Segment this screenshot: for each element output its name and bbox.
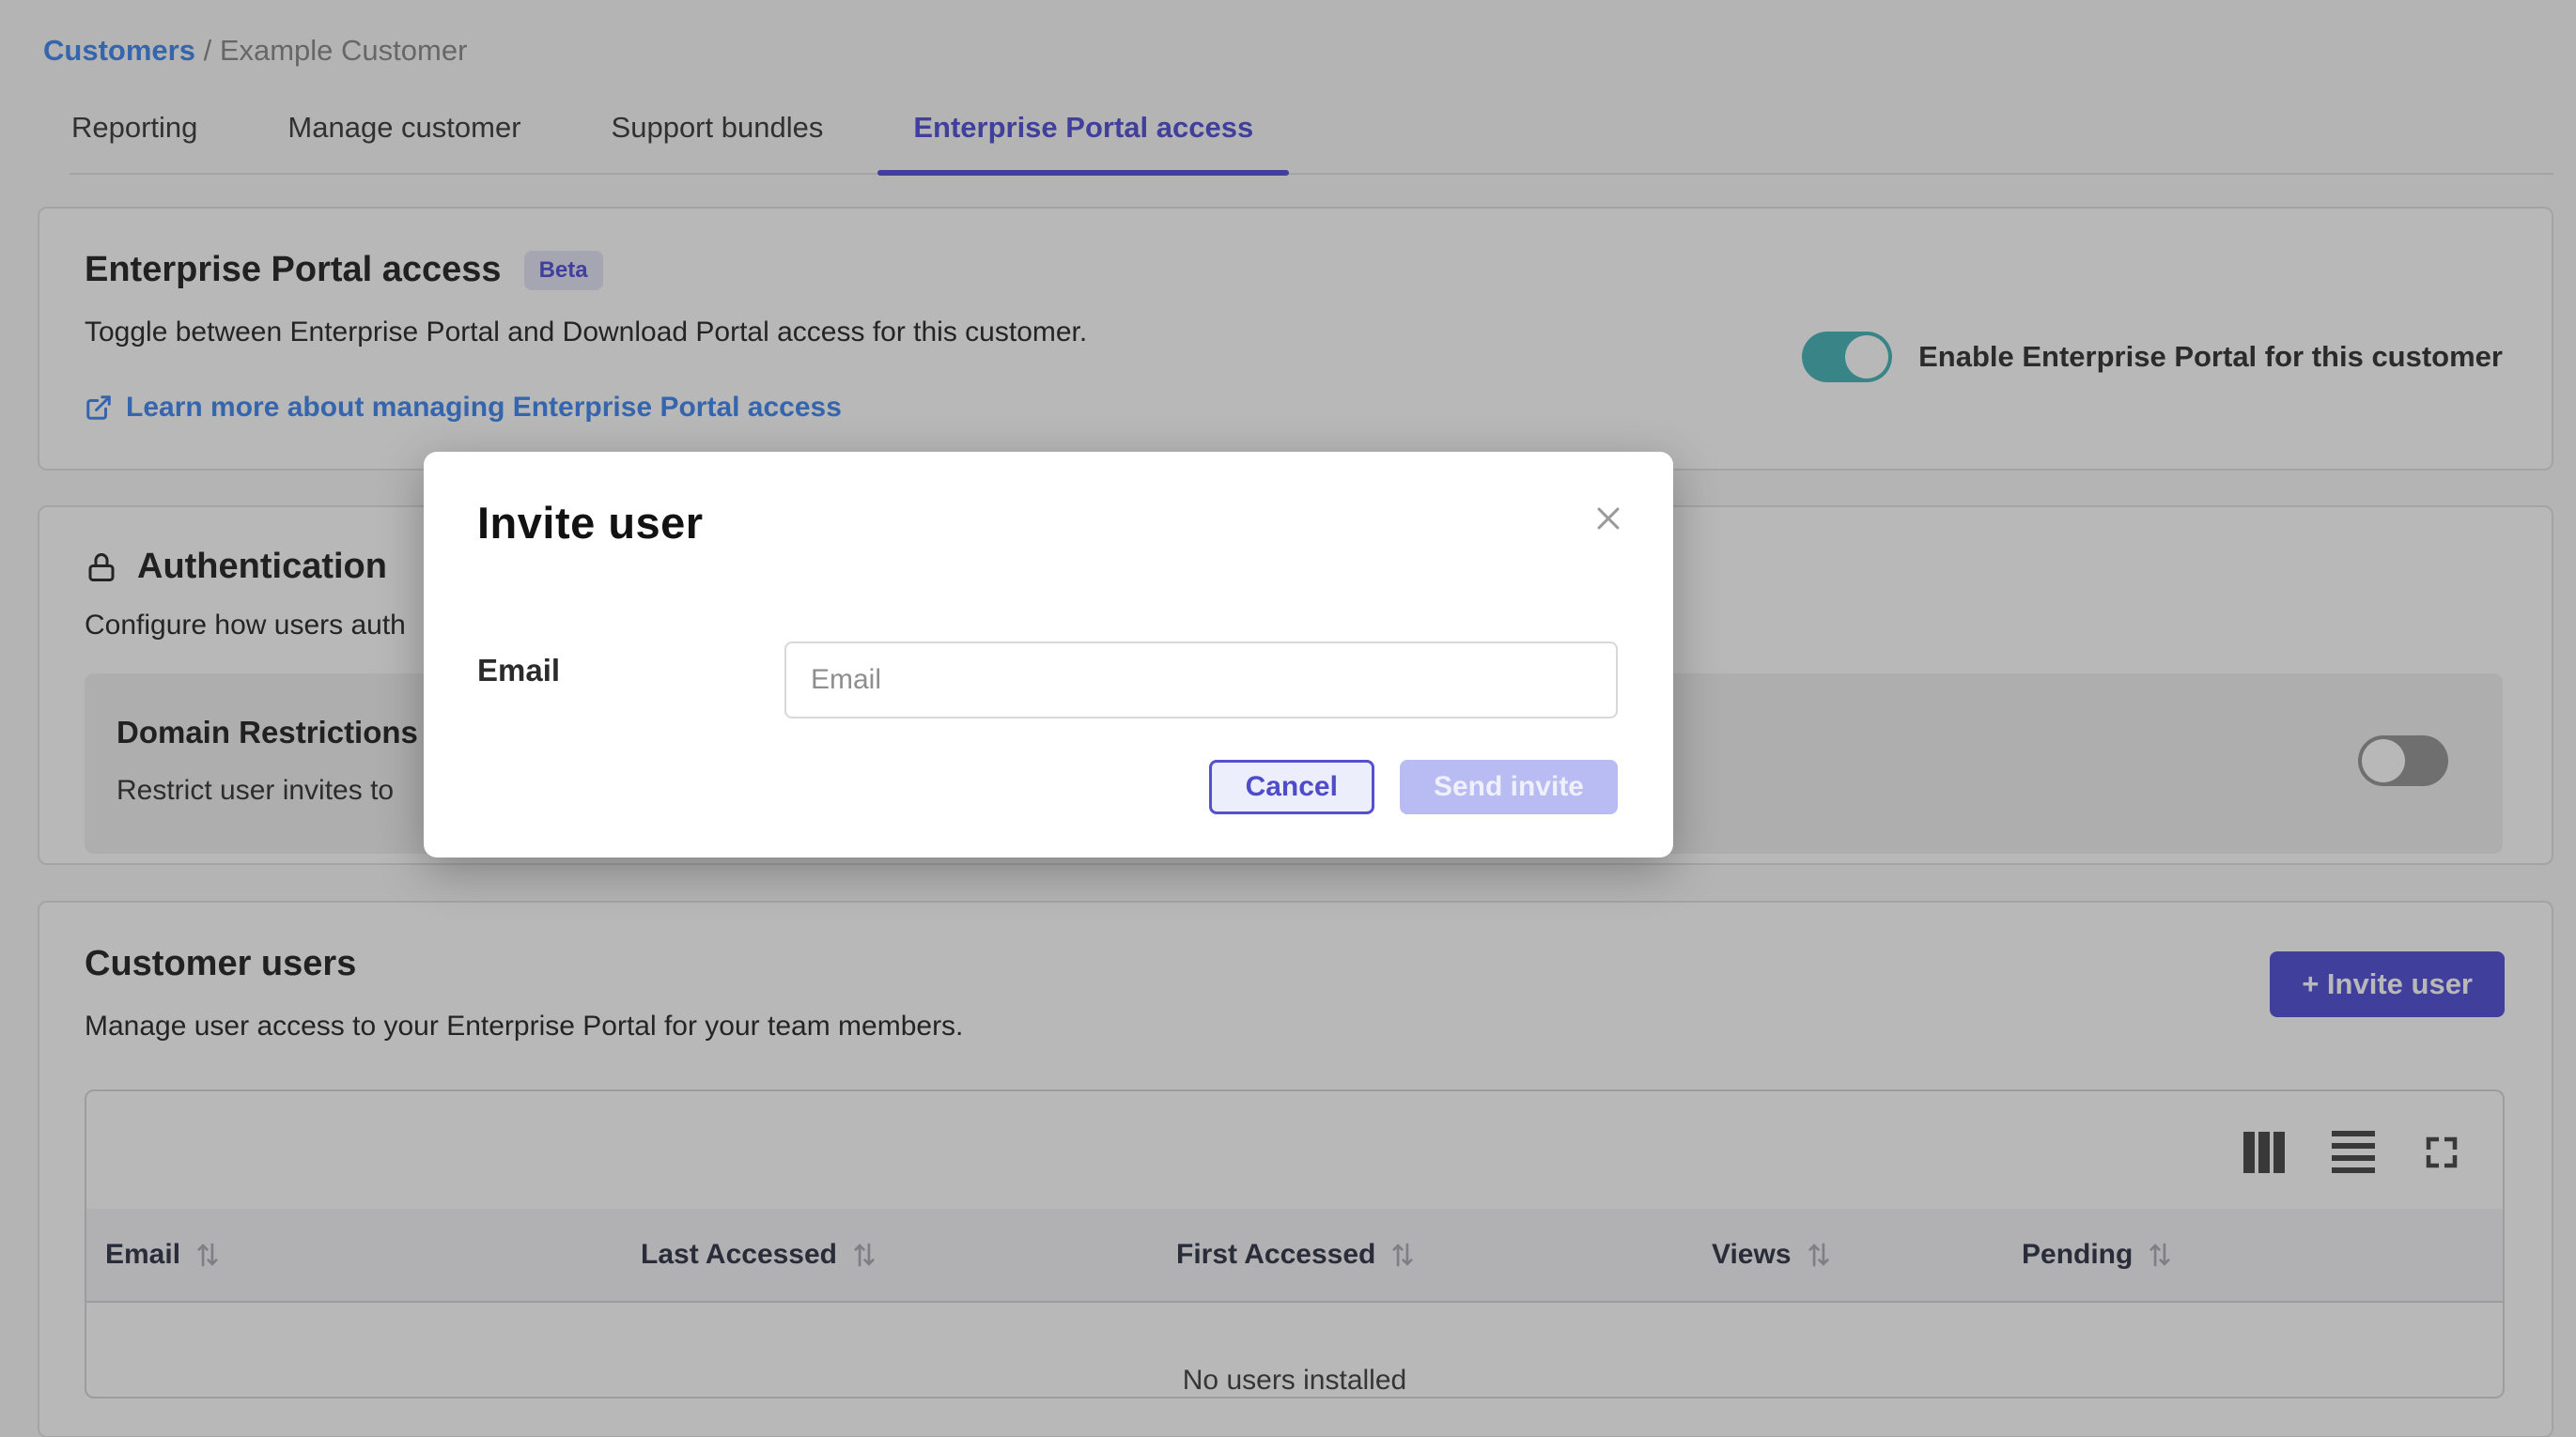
- modal-title: Invite user: [477, 497, 704, 549]
- close-icon[interactable]: [1592, 502, 1624, 534]
- send-invite-button[interactable]: Send invite: [1400, 760, 1618, 814]
- modal-actions: Cancel Send invite: [1209, 760, 1618, 814]
- invite-user-modal: Invite user Email Cancel Send invite: [424, 452, 1673, 858]
- email-input[interactable]: [784, 641, 1618, 718]
- cancel-button[interactable]: Cancel: [1209, 760, 1374, 814]
- email-label: Email: [477, 653, 560, 688]
